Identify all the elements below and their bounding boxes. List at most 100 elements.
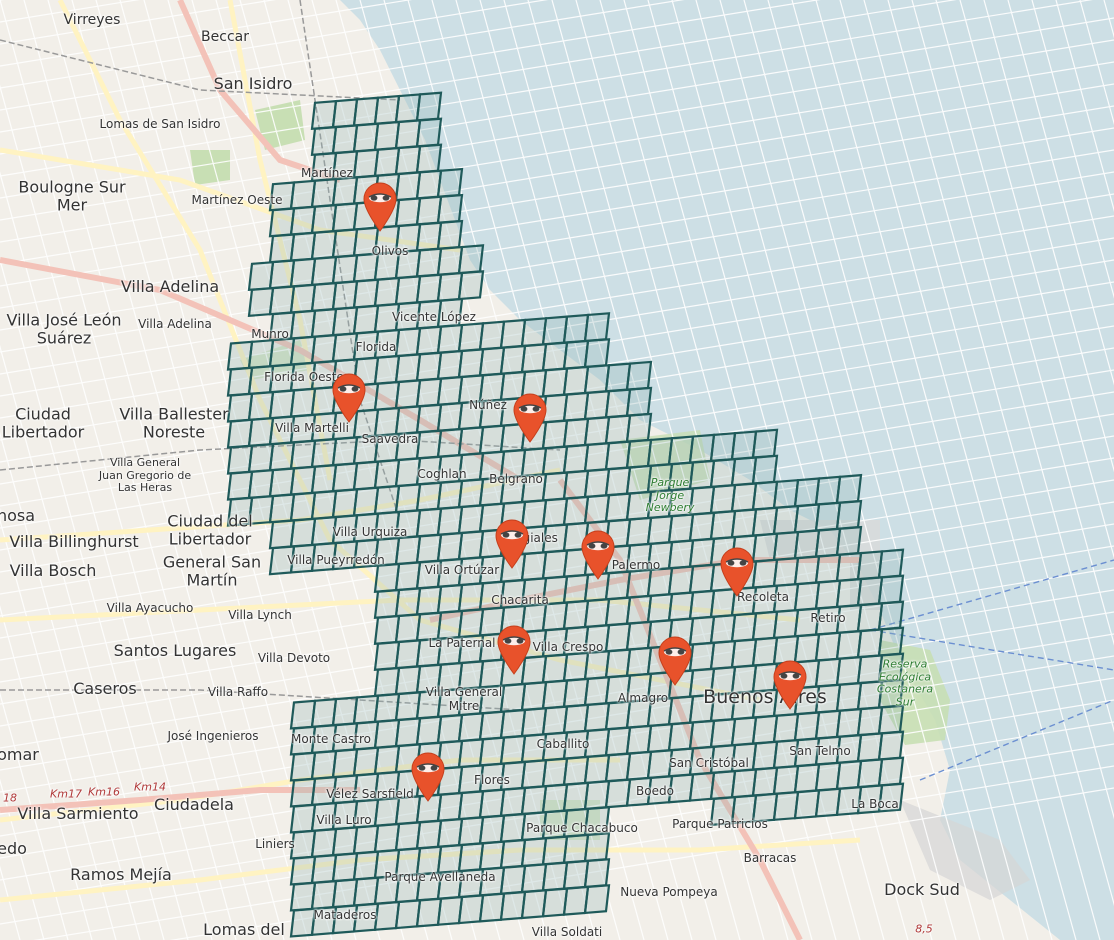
grid-cell-140	[436, 193, 464, 224]
grid-cell-598	[583, 858, 611, 889]
grid-cell-215	[583, 338, 611, 369]
place-la-boca: La Boca	[851, 797, 899, 812]
eye-mask-icon	[663, 647, 687, 657]
place-villa-ballester-noreste: Villa Ballester Noreste	[119, 404, 229, 442]
grid-cell-129	[289, 465, 317, 496]
place-villa-devoto: Villa Devoto	[257, 651, 331, 666]
map-pin-icon	[720, 547, 754, 597]
eye-mask-icon	[725, 558, 749, 568]
map-pin-icon	[363, 182, 397, 232]
map-view[interactable]: Virreyes Beccar San Isidro Lomas de San Isi…	[0, 0, 1114, 940]
place-villa-ortuzar: Villa Ortúzar	[424, 563, 500, 578]
place-villa-adelina-1: Villa Adelina	[120, 276, 220, 296]
marker-6[interactable]	[718, 545, 756, 597]
place-general-san-martin: General San Martín	[162, 552, 262, 590]
place-caballito: Caballito	[536, 737, 590, 752]
grid-cell-419	[373, 614, 401, 645]
place-san-isidro: San Isidro	[213, 73, 293, 93]
place-martinez: Martínez	[301, 166, 353, 181]
marker-4[interactable]	[493, 517, 531, 569]
grid-cell-126	[289, 387, 317, 418]
place-villa-crespo: Villa Crespo	[532, 640, 604, 655]
road-km14: Km14	[134, 780, 166, 794]
place-boedo: Boedo	[636, 784, 674, 799]
place-barracas: Barracas	[743, 851, 797, 866]
grid-cell-243	[625, 386, 653, 417]
map-pin-icon	[581, 530, 615, 580]
place-palermo: Palermo	[611, 558, 661, 573]
eye-mask-icon	[337, 384, 361, 394]
place-monte-castro: Monte Castro	[291, 732, 371, 747]
place-caseros: Caseros	[73, 678, 137, 698]
place-villa-jose-leon-suarez: Villa José León Suárez	[6, 310, 122, 348]
grid-cell-131	[289, 517, 317, 548]
place-san-cristobal: San Cristóbal	[669, 756, 749, 771]
place-lomas-del: Lomas del	[203, 919, 285, 939]
grid-cells	[226, 91, 905, 938]
grid-cell-406	[751, 454, 779, 485]
place-ciudad-del-libertador: Ciudad del Libertador	[167, 511, 253, 549]
place-santos-lugares: Santos Lugares	[113, 640, 237, 660]
place-liniers: Liniers	[255, 837, 295, 852]
grid-cell-119	[289, 205, 317, 236]
place-virreyes: Virreyes	[63, 11, 121, 28]
place-parque-chacabuco: Parque Chacabuco	[526, 821, 638, 836]
place-vicente-lopez: Vicente López	[392, 310, 476, 325]
grid-cell-597	[583, 832, 611, 863]
grid-cell-611	[877, 626, 905, 657]
grid-cell-599	[583, 884, 611, 915]
grid-cell-478	[835, 499, 863, 531]
park-reserva-ecologica: Reserva Ecológica Costanera Sur	[876, 657, 934, 709]
grid-cell-417	[373, 562, 401, 593]
place-villa-soldati: Villa Soldati	[531, 925, 603, 940]
grid-cell-170	[247, 468, 275, 500]
map-pin-icon	[773, 660, 807, 710]
marker-10[interactable]	[409, 750, 447, 802]
map-pin-icon	[332, 373, 366, 423]
place-villa-raffo: Villa Raffo	[207, 685, 269, 700]
place-villa-urquiza: Villa Urquiza	[332, 525, 408, 540]
place-edo: edo	[0, 838, 27, 858]
park-jorge-newbery: Parque Jorge Newbery	[645, 476, 695, 515]
grid-cell-537	[352, 694, 380, 725]
place-jose-ingenieros: José Ingenieros	[167, 729, 259, 744]
grid-cell-168	[247, 416, 275, 448]
grid-cell-614	[877, 704, 905, 735]
road-km16: Km16	[88, 785, 120, 799]
place-villa-martelli: Villa Martelli	[275, 421, 349, 436]
place-villa-adelina-2: Villa Adelina	[138, 317, 212, 332]
grid-cell-124	[289, 335, 317, 366]
place-villa-sarmiento: Villa Sarmiento	[17, 803, 139, 823]
grid-cell-123	[289, 309, 317, 340]
grid-cell-242	[625, 360, 653, 391]
place-dock-sud: Dock Sud	[884, 879, 960, 899]
marker-2[interactable]	[330, 371, 368, 423]
marker-7[interactable]	[495, 623, 533, 675]
eye-mask-icon	[500, 530, 524, 540]
eye-mask-icon	[368, 193, 392, 203]
grid-cell-477	[835, 473, 863, 505]
marker-8[interactable]	[656, 634, 694, 686]
grid-cell-167	[247, 390, 275, 422]
grid-cell-214	[583, 312, 611, 343]
eye-mask-icon	[502, 636, 526, 646]
place-parque-avellaneda: Parque Avellaneda	[384, 870, 496, 885]
grid-cell-128	[289, 439, 317, 470]
marker-1[interactable]	[361, 180, 399, 232]
place-beccar: Beccar	[201, 28, 249, 45]
marker-9[interactable]	[771, 658, 809, 710]
marker-3[interactable]	[511, 391, 549, 443]
grid-cell-169	[247, 442, 275, 474]
grid-cell-139	[436, 167, 464, 198]
grid-cell-616	[877, 756, 905, 787]
map-pin-icon	[658, 636, 692, 686]
place-villa-ayacucho: Villa Ayacucho	[106, 601, 194, 616]
place-ciudad-libertador: Ciudad Libertador	[1, 404, 85, 442]
eye-mask-icon	[586, 541, 610, 551]
place-mataderos: Mataderos	[313, 908, 377, 923]
marker-5[interactable]	[579, 528, 617, 580]
place-retiro: Retiro	[810, 611, 846, 626]
place-flores: Flores	[474, 773, 510, 788]
grid-cell-165	[247, 338, 275, 370]
grid-cell-141	[436, 219, 464, 250]
